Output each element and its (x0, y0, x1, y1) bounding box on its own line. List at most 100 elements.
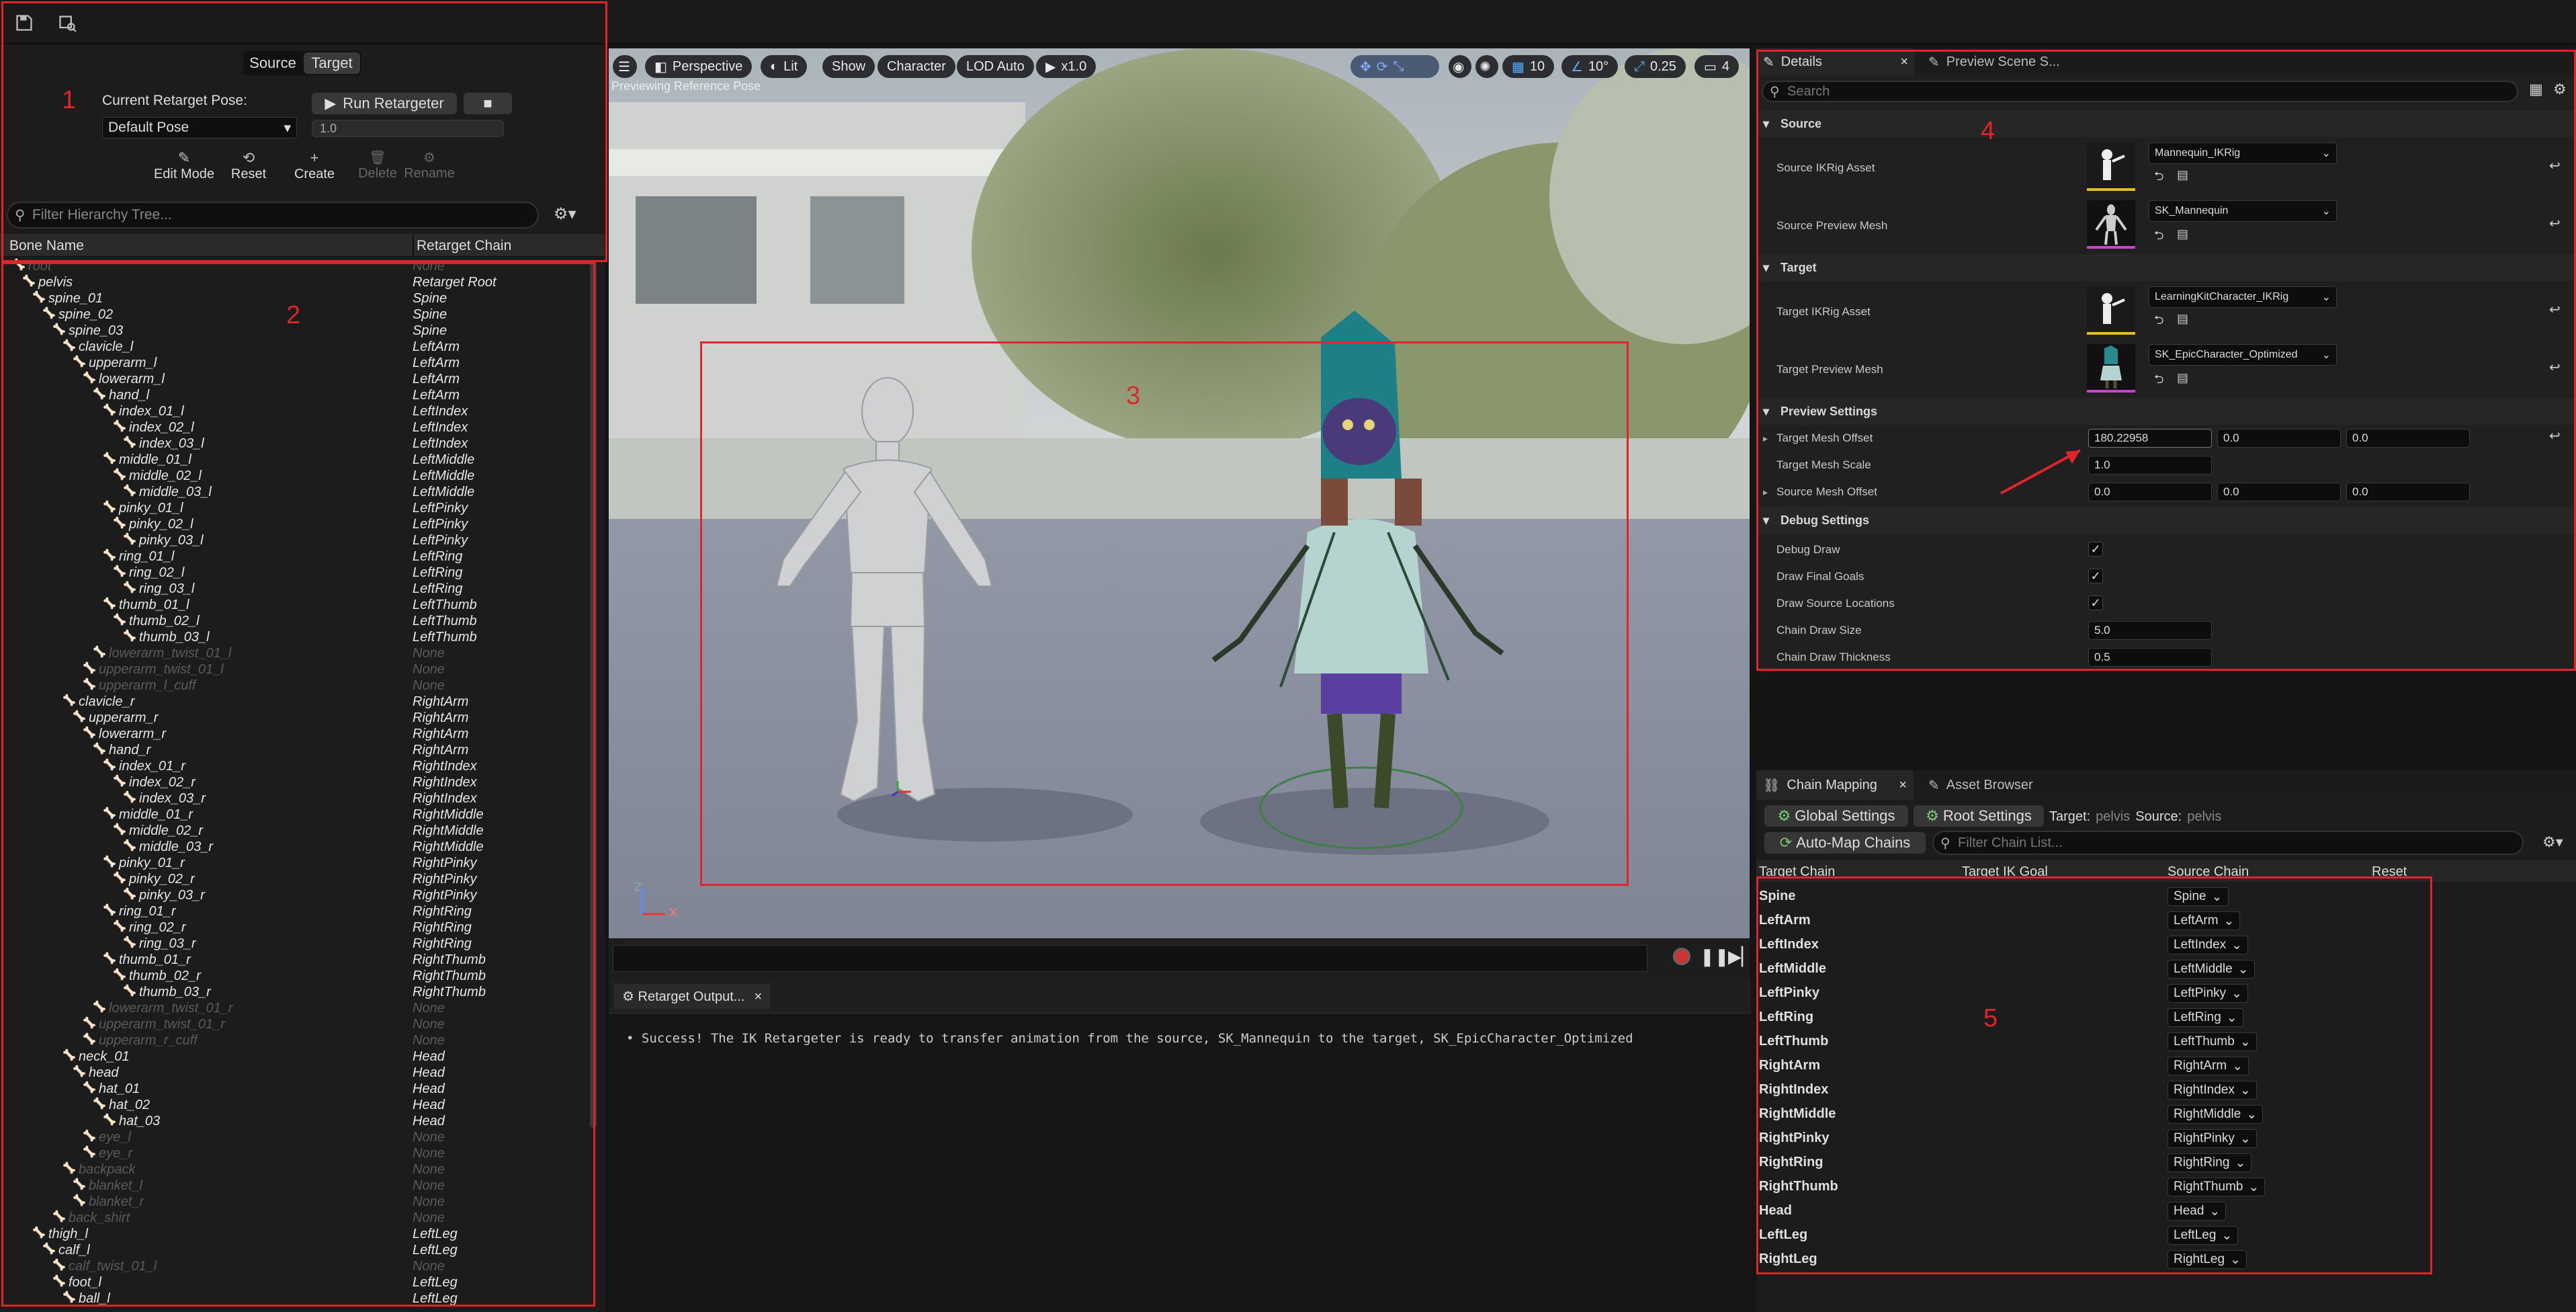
tab-asset-browser[interactable]: ✎ Asset Browser (1922, 770, 2033, 800)
draw-source-locations-checkbox[interactable]: ✓ (2088, 596, 2103, 610)
viewport[interactable]: Z X ☰ ◧ Perspective ◐ Lit Show Character L… (609, 48, 1750, 938)
source-chain-dropdown[interactable]: RightPinky ⌄ (2167, 1129, 2257, 1148)
source-mesh-thumbnail[interactable] (2087, 200, 2135, 249)
bone-row[interactable]: 🦴 index_02_l LeftIndex (0, 419, 591, 436)
debug-draw-checkbox[interactable]: ✓ (2088, 542, 2103, 557)
bone-row[interactable]: 🦴 calf_l LeftLeg (0, 1242, 591, 1258)
bone-row[interactable]: 🦴 blanket_r None (0, 1194, 591, 1210)
bone-row[interactable]: 🦴 upperarm_l_cuff None (0, 678, 591, 694)
grid-snap-button[interactable]: ▦ 10 (1502, 55, 1555, 78)
source-chain-dropdown[interactable]: RightThumb ⌄ (2167, 1178, 2266, 1196)
show-button[interactable]: Show (822, 55, 875, 78)
source-chain-dropdown[interactable]: RightIndex ⌄ (2167, 1081, 2257, 1100)
source-chain-dropdown[interactable]: LeftLeg ⌄ (2167, 1226, 2239, 1245)
bone-row[interactable]: 🦴 neck_01 Head (0, 1049, 591, 1065)
bone-row[interactable]: 🦴 middle_02_l LeftMiddle (0, 468, 591, 484)
tab-details[interactable]: ✎ Details × (1756, 48, 1915, 75)
root-settings-button[interactable]: ⚙ Root Settings (1914, 805, 2044, 827)
perspective-button[interactable]: ◧ Perspective (645, 55, 753, 78)
bone-row[interactable]: 🦴 thumb_02_r RightThumb (0, 968, 591, 984)
bone-row[interactable]: 🦴 thumb_01_l LeftThumb (0, 597, 591, 613)
section-preview-settings[interactable]: ▾ Preview Settings (1756, 398, 2576, 425)
bone-row[interactable]: 🦴 ring_02_r RightRing (0, 919, 591, 936)
chevron-right-icon[interactable]: ▸ (1763, 487, 1768, 498)
character-button[interactable]: Character (877, 55, 955, 78)
close-icon[interactable]: × (1899, 778, 1907, 793)
bone-row[interactable]: 🦴 ring_02_l LeftRing (0, 565, 591, 581)
target-offset-z[interactable]: 0.0 (2346, 429, 2470, 448)
chain-mapping-row[interactable]: Head Head ⌄ (1756, 1199, 2576, 1223)
source-chain-dropdown[interactable]: LeftMiddle ⌄ (2167, 960, 2255, 979)
source-chain-dropdown[interactable]: LeftArm ⌄ (2167, 911, 2241, 930)
reset-arrow-icon[interactable]: ↩ (2549, 359, 2561, 376)
camera-speed-button[interactable]: ▭ 4 (1694, 55, 1740, 78)
source-chain-dropdown[interactable]: RightRing ⌄ (2167, 1153, 2252, 1172)
bone-row[interactable]: 🦴 pinky_01_r RightPinky (0, 855, 591, 871)
bone-row[interactable]: 🦴 ring_01_l LeftRing (0, 548, 591, 565)
target-mesh-dropdown[interactable]: SK_EpicCharacter_Optimized ⌄ (2149, 344, 2337, 366)
transform-tools[interactable]: ✥ ⟳ ⤡ (1350, 55, 1439, 78)
bone-row[interactable]: 🦴 middle_02_r RightMiddle (0, 823, 591, 839)
chain-mapping-row[interactable]: LeftRing LeftRing ⌄ (1756, 1006, 2576, 1030)
chain-mapping-row[interactable]: LeftLeg LeftLeg ⌄ (1756, 1223, 2576, 1247)
delete-button[interactable]: 🗑 Delete (352, 149, 403, 181)
chain-mapping-row[interactable]: RightPinky RightPinky ⌄ (1756, 1126, 2576, 1151)
source-chain-dropdown[interactable]: LeftThumb ⌄ (2167, 1032, 2257, 1051)
run-retargeter-button[interactable]: ▶ Run Retargeter (312, 93, 457, 114)
step-forward-icon[interactable]: ▶▏ (1728, 946, 1755, 967)
bone-row[interactable]: 🦴 eye_r None (0, 1145, 591, 1161)
bone-row[interactable]: 🦴 ring_03_l LeftRing (0, 581, 591, 597)
use-selected-icon[interactable]: ⮌ (2154, 168, 2163, 188)
edit-mode-button[interactable]: ✎ Edit Mode (152, 149, 216, 182)
table-view-icon[interactable]: ▦ (2529, 81, 2543, 98)
bone-row[interactable]: 🦴 pelvis Retarget Root (0, 274, 591, 290)
use-selected-icon[interactable]: ⮌ (2154, 227, 2163, 247)
source-chain-dropdown[interactable]: LeftIndex ⌄ (2167, 936, 2249, 954)
chevron-right-icon[interactable]: ▸ (1763, 433, 1768, 444)
timeline-scrubber[interactable] (613, 945, 1647, 972)
source-chain-dropdown[interactable]: RightLeg ⌄ (2167, 1250, 2247, 1269)
reset-arrow-icon[interactable]: ↩ (2549, 301, 2561, 318)
angle-snap-button[interactable]: ∠ 10° (1561, 55, 1619, 78)
reset-arrow-icon[interactable]: ↩ (2549, 157, 2561, 174)
browse-icon[interactable]: ▤ (2177, 227, 2188, 241)
source-chain-dropdown[interactable]: Head ⌄ (2167, 1202, 2227, 1221)
source-ikrig-dropdown[interactable]: Mannequin_IKRig ⌄ (2149, 142, 2337, 164)
bone-row[interactable]: 🦴 index_02_r RightIndex (0, 774, 591, 790)
bone-row[interactable]: 🦴 index_01_l LeftIndex (0, 403, 591, 419)
bone-row[interactable]: 🦴 thumb_01_r RightThumb (0, 952, 591, 968)
bone-row[interactable]: 🦴 middle_03_r RightMiddle (0, 839, 591, 855)
bone-row[interactable]: 🦴 blanket_l None (0, 1178, 591, 1194)
tab-preview-scene[interactable]: ✎ Preview Scene S... (1922, 48, 2060, 75)
bone-row[interactable]: 🦴 hand_r RightArm (0, 742, 591, 758)
chain-mapping-row[interactable]: RightLeg RightLeg ⌄ (1756, 1247, 2576, 1272)
section-debug-settings[interactable]: ▾ Debug Settings (1756, 507, 2576, 534)
chain-mapping-row[interactable]: LeftArm LeftArm ⌄ (1756, 909, 2576, 933)
source-ikrig-thumbnail[interactable] (2087, 142, 2135, 191)
chain-filter-input[interactable]: ⚲ Filter Chain List... (1932, 831, 2524, 855)
source-offset-x[interactable]: 0.0 (2088, 483, 2212, 501)
bone-row[interactable]: 🦴 middle_01_r RightMiddle (0, 807, 591, 823)
chain-mapping-row[interactable]: RightArm RightArm ⌄ (1756, 1054, 2576, 1078)
bone-row[interactable]: 🦴 thumb_03_r RightThumb (0, 984, 591, 1000)
chain-mapping-row[interactable]: RightMiddle RightMiddle ⌄ (1756, 1102, 2576, 1126)
bone-row[interactable]: 🦴 ball_l LeftLeg (0, 1290, 591, 1307)
surface-snap-icon[interactable]: ✺ (1475, 55, 1498, 78)
details-search-input[interactable]: ⚲ Search (1762, 81, 2518, 102)
global-settings-button[interactable]: ⚙ Global Settings (1764, 805, 1908, 827)
source-chain-dropdown[interactable]: RightArm ⌄ (2167, 1057, 2249, 1075)
chain-mapping-row[interactable]: RightThumb RightThumb ⌄ (1756, 1175, 2576, 1199)
bone-row[interactable]: 🦴 ring_03_r RightRing (0, 936, 591, 952)
bone-row[interactable]: 🦴 clavicle_r RightArm (0, 694, 591, 710)
target-ikrig-dropdown[interactable]: LearningKitCharacter_IKRig ⌄ (2149, 286, 2337, 308)
auto-map-chains-button[interactable]: ⟳ Auto-Map Chains (1764, 832, 1926, 854)
bone-row[interactable]: 🦴 upperarm_r RightArm (0, 710, 591, 726)
bone-row[interactable]: 🦴 pinky_03_l LeftPinky (0, 532, 591, 548)
tree-scrollbar[interactable] (590, 261, 597, 1128)
target-ikrig-thumbnail[interactable] (2087, 286, 2135, 335)
bone-row[interactable]: 🦴 pinky_03_r RightPinky (0, 887, 591, 903)
target-mesh-scale-field[interactable]: 1.0 (2088, 456, 2212, 475)
bone-row[interactable]: 🦴 thumb_02_l LeftThumb (0, 613, 591, 629)
browse-asset-icon[interactable] (48, 4, 86, 42)
bone-row[interactable]: 🦴 thigh_l LeftLeg (0, 1226, 591, 1242)
